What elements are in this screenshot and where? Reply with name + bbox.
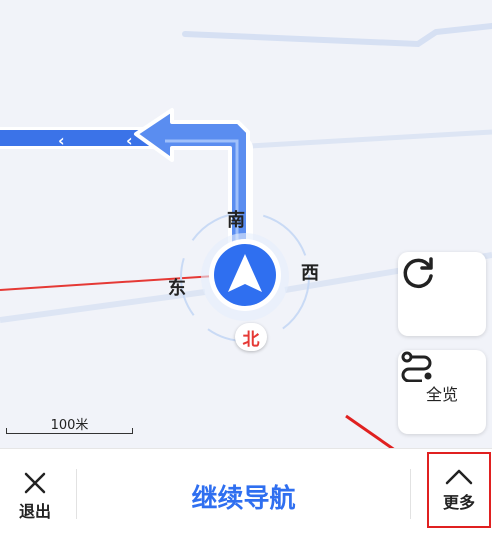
more-button[interactable]: 更多 [427, 452, 491, 528]
chevron-up-icon [445, 469, 473, 485]
more-label: 更多 [442, 493, 475, 512]
exit-label: 退出 [18, 502, 51, 521]
divider [410, 469, 411, 519]
bottom-bar: 退出 继续导航 [0, 448, 492, 543]
exit-button[interactable]: 退出 [0, 449, 70, 543]
continue-navigation-button[interactable]: 继续导航 [77, 449, 410, 543]
close-icon [24, 472, 46, 494]
